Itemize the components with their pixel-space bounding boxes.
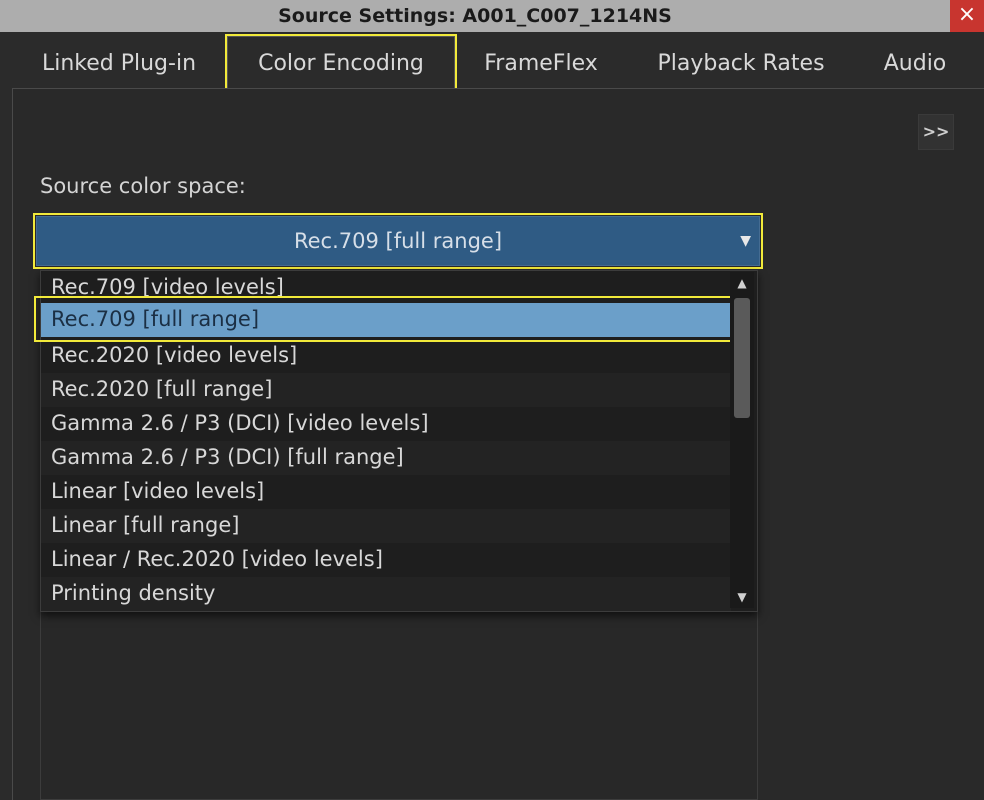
tab-linked-plug-in[interactable]: Linked Plug-in (28, 42, 210, 88)
option-gamma26-p3-full-range[interactable]: Gamma 2.6 / P3 (DCI) [full range] (41, 441, 731, 475)
option-linear-video-levels[interactable]: Linear [video levels] (41, 475, 731, 509)
source-color-space-value: Rec.709 [full range] (293, 229, 503, 253)
option-rec709-full-range[interactable]: Rec.709 [full range] (41, 303, 731, 337)
window-title: Source Settings: A001_C007_1214NS (0, 0, 950, 32)
option-rec2020-video-levels[interactable]: Rec.2020 [video levels] (41, 339, 731, 373)
tab-frameflex[interactable]: FrameFlex (470, 42, 612, 88)
dropdown-scrollbar[interactable]: ▲ ▼ (730, 272, 754, 608)
option-rec709-video-levels[interactable]: Rec.709 [video levels] (41, 271, 731, 305)
close-icon[interactable]: × (950, 0, 984, 32)
scroll-up-icon[interactable]: ▲ (730, 272, 754, 294)
source-color-space-label: Source color space: (40, 174, 246, 198)
more-button[interactable]: >> (918, 114, 954, 150)
panel-content-area (40, 600, 758, 800)
option-linear-full-range[interactable]: Linear [full range] (41, 509, 731, 543)
option-linear-rec2020-video-levels[interactable]: Linear / Rec.2020 [video levels] (41, 543, 731, 577)
tab-audio[interactable]: Audio (868, 42, 962, 88)
source-color-space-select[interactable]: Rec.709 [full range] ▼ (36, 216, 760, 266)
scroll-down-icon[interactable]: ▼ (730, 586, 754, 608)
tab-color-encoding[interactable]: Color Encoding (225, 34, 457, 90)
tab-bar: Linked Plug-in Color Encoding FrameFlex … (0, 32, 984, 90)
dropdown-arrow-icon: ▼ (740, 233, 751, 249)
color-space-dropdown-list: Rec.709 [video levels] Rec.709 [full ran… (40, 270, 758, 612)
option-gamma26-p3-video-levels[interactable]: Gamma 2.6 / P3 (DCI) [video levels] (41, 407, 731, 441)
tab-playback-rates[interactable]: Playback Rates (644, 42, 838, 88)
option-rec2020-full-range[interactable]: Rec.2020 [full range] (41, 373, 731, 407)
option-printing-density[interactable]: Printing density (41, 577, 731, 611)
scrollbar-thumb[interactable] (734, 298, 750, 418)
